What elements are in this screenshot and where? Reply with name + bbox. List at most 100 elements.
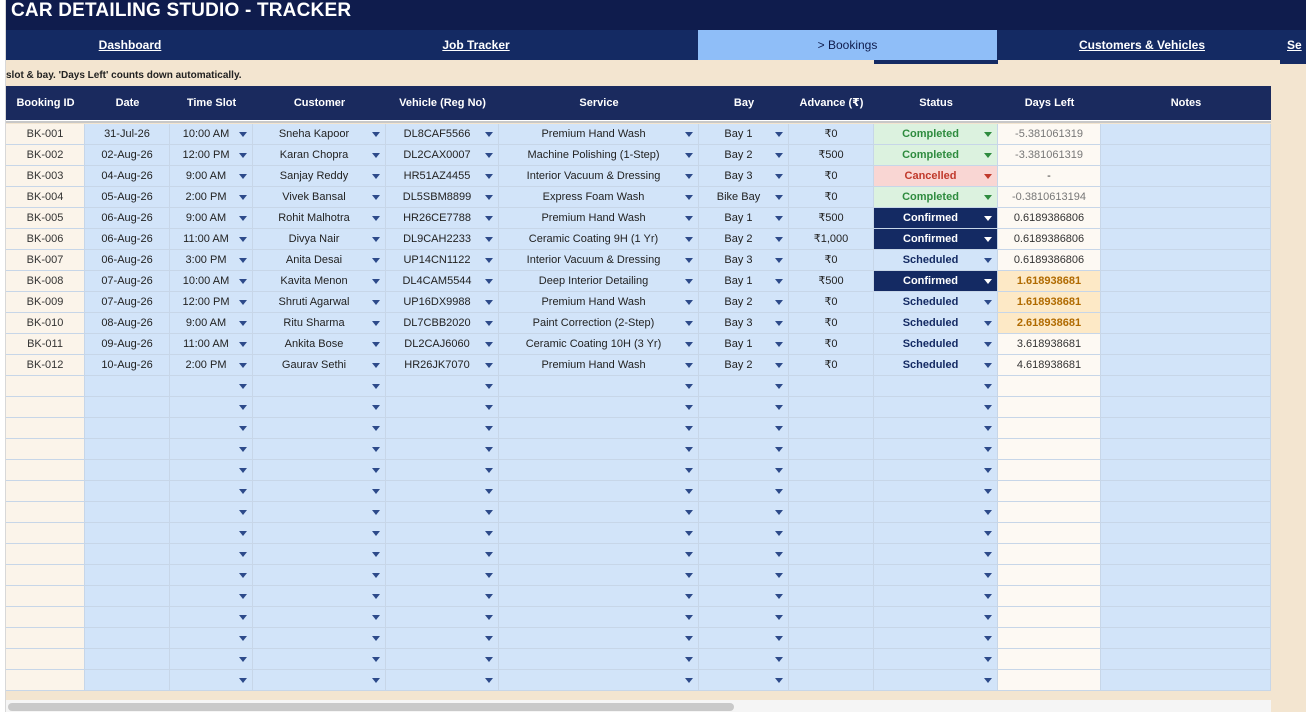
cell-days-left[interactable]: 2.618938681 — [998, 313, 1101, 334]
cell-advance[interactable] — [789, 544, 874, 565]
cell-advance[interactable]: ₹500 — [789, 208, 874, 229]
cell-booking-id[interactable] — [6, 481, 85, 502]
cell-days-left[interactable]: 0.6189386806 — [998, 208, 1101, 229]
cell-service[interactable]: Machine Polishing (1-Step) — [499, 145, 699, 166]
chevron-down-icon[interactable] — [775, 531, 783, 536]
chevron-down-icon[interactable] — [775, 636, 783, 641]
cell-advance[interactable] — [789, 670, 874, 691]
chevron-down-icon[interactable] — [485, 657, 493, 662]
chevron-down-icon[interactable] — [775, 510, 783, 515]
chevron-down-icon[interactable] — [775, 552, 783, 557]
chevron-down-icon[interactable] — [685, 279, 693, 284]
cell-booking-id[interactable] — [6, 565, 85, 586]
chevron-down-icon[interactable] — [372, 573, 380, 578]
cell-bay[interactable] — [699, 418, 789, 439]
cell-time-slot[interactable] — [170, 628, 253, 649]
chevron-down-icon[interactable] — [984, 132, 992, 137]
chevron-down-icon[interactable] — [239, 279, 247, 284]
chevron-down-icon[interactable] — [239, 321, 247, 326]
cell-vehicle[interactable]: DL9CAH2233 — [386, 229, 499, 250]
cell-service[interactable] — [499, 460, 699, 481]
cell-notes[interactable] — [1101, 670, 1271, 691]
cell-time-slot[interactable]: 2:00 PM — [170, 355, 253, 376]
cell-customer[interactable]: Anita Desai — [253, 250, 386, 271]
cell-notes[interactable] — [1101, 523, 1271, 544]
cell-notes[interactable] — [1101, 460, 1271, 481]
cell-time-slot[interactable] — [170, 565, 253, 586]
cell-service[interactable]: Paint Correction (2-Step) — [499, 313, 699, 334]
cell-vehicle[interactable]: DL5SBM8899 — [386, 187, 499, 208]
cell-time-slot[interactable] — [170, 376, 253, 397]
cell-status[interactable]: Scheduled — [874, 313, 998, 334]
cell-bay[interactable] — [699, 565, 789, 586]
cell-bay[interactable] — [699, 544, 789, 565]
column-header-vehicle[interactable]: Vehicle (Reg No) — [386, 86, 499, 120]
chevron-down-icon[interactable] — [775, 405, 783, 410]
cell-date[interactable]: 07-Aug-26 — [85, 292, 170, 313]
chevron-down-icon[interactable] — [485, 216, 493, 221]
chevron-down-icon[interactable] — [372, 384, 380, 389]
cell-bay[interactable]: Bay 3 — [699, 313, 789, 334]
chevron-down-icon[interactable] — [775, 678, 783, 683]
column-header-notes[interactable]: Notes — [1101, 86, 1271, 120]
column-header-status[interactable]: Status — [874, 86, 998, 120]
chevron-down-icon[interactable] — [685, 657, 693, 662]
cell-notes[interactable] — [1101, 628, 1271, 649]
cell-days-left[interactable]: 3.618938681 — [998, 334, 1101, 355]
chevron-down-icon[interactable] — [685, 195, 693, 200]
cell-notes[interactable] — [1101, 355, 1271, 376]
cell-days-left[interactable] — [998, 607, 1101, 628]
chevron-down-icon[interactable] — [239, 468, 247, 473]
cell-vehicle[interactable]: DL8CAF5566 — [386, 124, 499, 145]
chevron-down-icon[interactable] — [685, 132, 693, 137]
cell-time-slot[interactable] — [170, 649, 253, 670]
cell-status[interactable] — [874, 502, 998, 523]
cell-date[interactable] — [85, 670, 170, 691]
cell-advance[interactable]: ₹1,000 — [789, 229, 874, 250]
chevron-down-icon[interactable] — [239, 153, 247, 158]
cell-booking-id[interactable] — [6, 418, 85, 439]
cell-customer[interactable] — [253, 376, 386, 397]
cell-customer[interactable] — [253, 544, 386, 565]
horizontal-scrollbar-thumb[interactable] — [8, 703, 734, 711]
cell-vehicle[interactable] — [386, 544, 499, 565]
cell-days-left[interactable] — [998, 502, 1101, 523]
cell-advance[interactable] — [789, 418, 874, 439]
chevron-down-icon[interactable] — [984, 510, 992, 515]
cell-notes[interactable] — [1101, 502, 1271, 523]
chevron-down-icon[interactable] — [239, 300, 247, 305]
cell-bay[interactable]: Bay 3 — [699, 250, 789, 271]
cell-booking-id[interactable] — [6, 523, 85, 544]
cell-customer[interactable] — [253, 607, 386, 628]
cell-status[interactable] — [874, 397, 998, 418]
cell-time-slot[interactable]: 9:00 AM — [170, 166, 253, 187]
cell-notes[interactable] — [1101, 229, 1271, 250]
chevron-down-icon[interactable] — [372, 363, 380, 368]
cell-advance[interactable] — [789, 607, 874, 628]
cell-time-slot[interactable] — [170, 607, 253, 628]
cell-service[interactable]: Premium Hand Wash — [499, 208, 699, 229]
cell-customer[interactable]: Rohit Malhotra — [253, 208, 386, 229]
cell-time-slot[interactable]: 12:00 PM — [170, 145, 253, 166]
cell-days-left[interactable] — [998, 523, 1101, 544]
cell-advance[interactable] — [789, 397, 874, 418]
chevron-down-icon[interactable] — [239, 615, 247, 620]
cell-notes[interactable] — [1101, 271, 1271, 292]
cell-customer[interactable]: Gaurav Sethi — [253, 355, 386, 376]
cell-customer[interactable]: Sneha Kapoor — [253, 124, 386, 145]
chevron-down-icon[interactable] — [372, 678, 380, 683]
cell-status[interactable] — [874, 544, 998, 565]
tab-dashboard[interactable]: Dashboard — [6, 30, 254, 60]
chevron-down-icon[interactable] — [485, 174, 493, 179]
cell-vehicle[interactable]: DL2CAX0007 — [386, 145, 499, 166]
cell-vehicle[interactable]: DL7CBB2020 — [386, 313, 499, 334]
cell-service[interactable] — [499, 586, 699, 607]
cell-days-left[interactable] — [998, 565, 1101, 586]
chevron-down-icon[interactable] — [372, 489, 380, 494]
cell-date[interactable]: 10-Aug-26 — [85, 355, 170, 376]
cell-status[interactable]: Completed — [874, 124, 998, 145]
cell-days-left[interactable]: -5.381061319 — [998, 124, 1101, 145]
cell-time-slot[interactable] — [170, 544, 253, 565]
cell-bay[interactable] — [699, 523, 789, 544]
cell-service[interactable] — [499, 523, 699, 544]
